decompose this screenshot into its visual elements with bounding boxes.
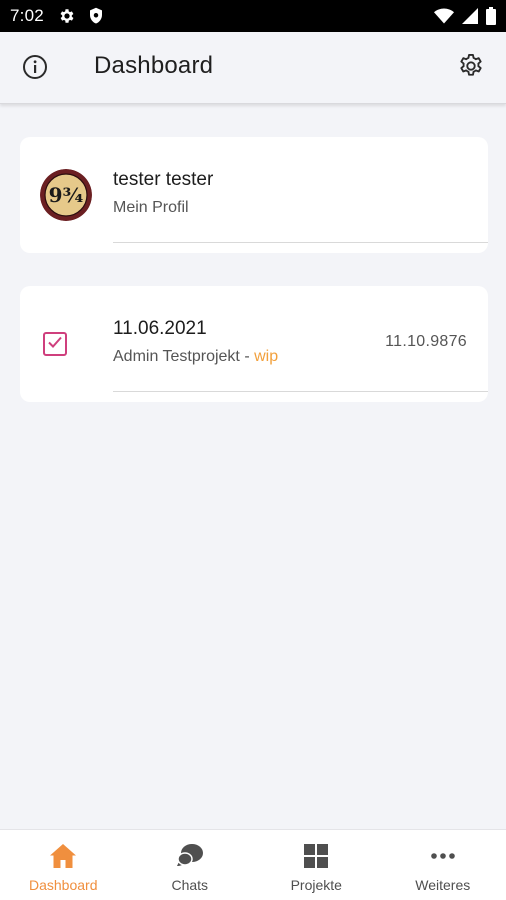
task-right-date: 11.10.9876: [385, 333, 467, 350]
home-icon: [49, 843, 77, 869]
shield-icon: [88, 7, 104, 25]
avatar: 9¾: [40, 169, 92, 221]
gear-icon: [58, 7, 76, 25]
avatar-text: 9¾: [49, 183, 84, 207]
chat-bubbles-icon: [176, 843, 204, 869]
app-bar: Dashboard: [0, 32, 506, 104]
divider: [113, 242, 488, 243]
battery-icon: [486, 7, 496, 25]
info-button[interactable]: [20, 54, 50, 84]
more-dots-icon: [429, 843, 457, 869]
task-project-line: Admin Testprojekt - wip: [113, 348, 278, 366]
bottom-nav: Dashboard Chats Projekte Weiteres: [0, 829, 506, 900]
nav-label: Projekte: [290, 877, 342, 893]
nav-item-projekte[interactable]: Projekte: [253, 830, 380, 900]
divider: [113, 391, 488, 392]
nav-item-weiteres[interactable]: Weiteres: [380, 830, 506, 900]
status-time: 7:02: [10, 6, 44, 25]
settings-icon: [457, 52, 485, 85]
nav-label: Dashboard: [29, 877, 98, 893]
info-icon: [22, 54, 48, 85]
settings-button[interactable]: [456, 53, 486, 83]
nav-label: Chats: [171, 877, 209, 893]
wifi-icon: [434, 8, 454, 24]
grid-icon: [303, 843, 329, 869]
check-icon: [47, 335, 63, 354]
profile-name: tester tester: [113, 169, 214, 190]
nav-item-chats[interactable]: Chats: [127, 830, 254, 900]
status-bar: 7:02: [0, 0, 506, 32]
task-status: wip: [254, 348, 279, 365]
task-card[interactable]: 11.06.2021 Admin Testprojekt - wip 11.10…: [20, 286, 488, 402]
signal-icon: [462, 8, 478, 24]
task-project: Admin Testprojekt -: [113, 348, 255, 365]
page-title: Dashboard: [94, 52, 214, 79]
nav-label: Weiteres: [415, 877, 471, 893]
profile-subtitle: Mein Profil: [113, 199, 189, 216]
profile-card[interactable]: 9¾ tester tester Mein Profil: [20, 137, 488, 253]
task-date: 11.06.2021: [113, 318, 207, 339]
task-checkbox[interactable]: [43, 332, 67, 356]
nav-item-dashboard[interactable]: Dashboard: [0, 830, 127, 900]
